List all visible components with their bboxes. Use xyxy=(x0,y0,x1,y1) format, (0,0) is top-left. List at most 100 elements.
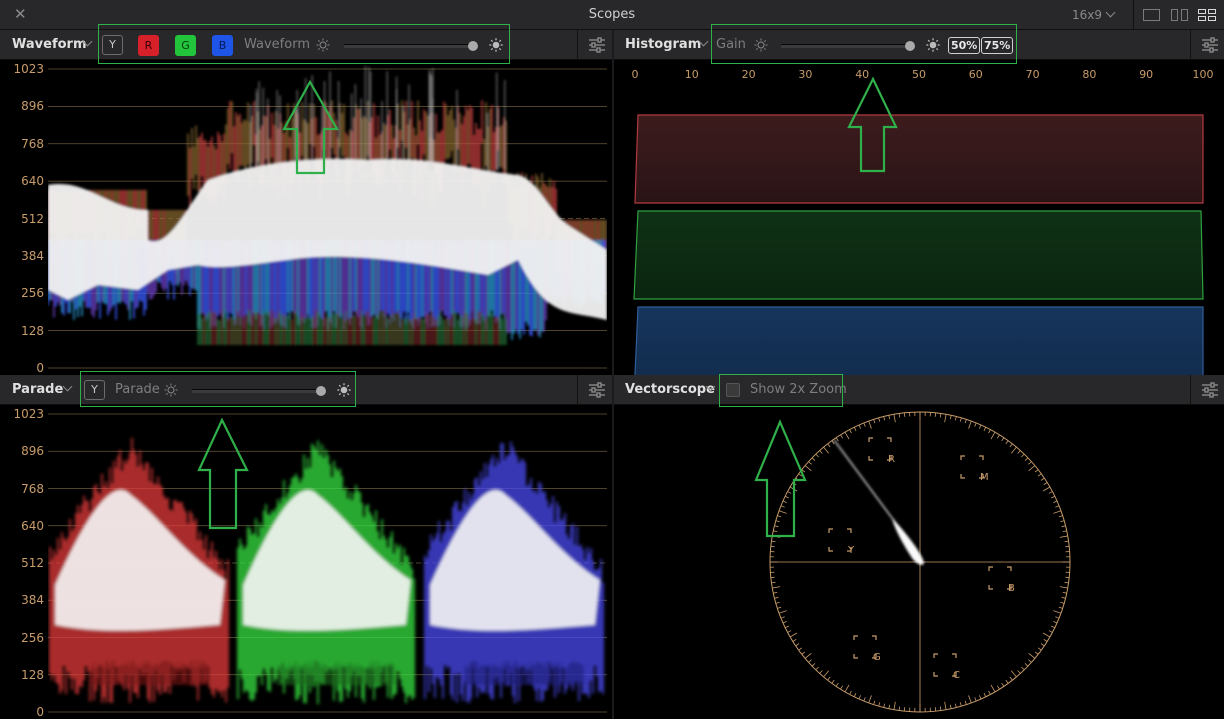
chevron-down-icon[interactable] xyxy=(62,381,73,392)
settings-button[interactable] xyxy=(1190,375,1224,405)
waveform-y-tick: 512 xyxy=(21,211,44,226)
parade-y-tick: 256 xyxy=(21,630,44,645)
waveform-y-tick: 640 xyxy=(21,174,44,189)
histogram-scope-area: 0 10 20 30 40 50 60 70 80 90 100 xyxy=(614,60,1224,375)
waveform-header: Waveform Y R G B Waveform xyxy=(0,30,612,60)
vector-target: B xyxy=(988,566,1015,594)
gain-label: Gain xyxy=(716,37,746,52)
parade-y-tick: 512 xyxy=(21,556,44,570)
vector-target: R xyxy=(868,437,895,465)
waveform-y-axis: 1023 896 768 640 512 384 256 128 0 xyxy=(0,60,48,375)
brightness-slider[interactable] xyxy=(344,41,478,51)
histogram-bands xyxy=(633,114,1204,375)
parade-y-tick: 1023 xyxy=(13,407,44,421)
settings-icon xyxy=(589,37,605,53)
vectorscope-scope-area: R M B C G Y xyxy=(614,405,1224,719)
vector-target: C xyxy=(933,653,960,681)
waveform-scope-area: 1023 896 768 640 512 384 256 128 0 xyxy=(0,60,612,375)
settings-button[interactable] xyxy=(1190,30,1224,60)
red-histogram xyxy=(634,114,1204,204)
panel-title: Histogram xyxy=(625,37,702,52)
mode-label: Waveform xyxy=(244,37,310,52)
chevron-down-icon xyxy=(1105,7,1116,18)
waveform-y-tick: 1023 xyxy=(13,62,44,76)
blue-channel-button[interactable]: B xyxy=(212,35,233,56)
slider-handle[interactable] xyxy=(467,41,478,51)
settings-icon xyxy=(1202,382,1218,398)
histogram-panel: Histogram Gain 50% 75% 0 10 20 30 40 50 60 70 80… xyxy=(614,30,1224,375)
aspect-ratio-value: 16x9 xyxy=(1072,8,1103,22)
histogram-header: Histogram Gain 50% 75% xyxy=(614,30,1224,60)
parade-header: Parade Y Parade xyxy=(0,375,612,405)
sun-bright-icon xyxy=(337,383,351,397)
parade-panel: Parade Y Parade 1023 896 768 640 512 384 256 12… xyxy=(0,375,612,719)
target-label: C xyxy=(953,670,960,681)
slider-fill xyxy=(192,390,321,393)
mode-label: Parade xyxy=(115,382,160,397)
target-label: G xyxy=(873,652,881,663)
quad-layout-icon[interactable] xyxy=(1198,9,1216,21)
panel-title: Waveform xyxy=(12,37,87,52)
parade-scope-area: 1023 896 768 640 512 384 256 128 0 xyxy=(0,405,612,719)
sun-dim-icon xyxy=(316,38,330,52)
green-histogram xyxy=(633,210,1204,300)
settings-icon xyxy=(1202,37,1218,53)
vectorscope-graticule: R M B C G Y xyxy=(769,411,1071,713)
target-label: Y xyxy=(847,545,855,556)
sun-bright-icon xyxy=(489,38,503,52)
waveform-y-tick: 256 xyxy=(21,286,44,301)
aspect-ratio-dropdown[interactable]: 16x9 xyxy=(1072,7,1116,22)
green-channel-button[interactable]: G xyxy=(175,35,196,56)
waveform-y-tick: 0 xyxy=(36,361,44,375)
settings-button[interactable] xyxy=(577,375,612,405)
slider-handle[interactable] xyxy=(904,41,915,51)
waveform-y-tick: 896 xyxy=(21,99,44,114)
brightness-slider[interactable] xyxy=(192,386,326,396)
red-channel-button[interactable]: R xyxy=(138,35,159,56)
vector-target: G xyxy=(853,635,881,663)
waveform-panel: Waveform Y R G B Waveform 1023 896 768 640 5… xyxy=(0,30,612,375)
waveform-y-tick: 768 xyxy=(21,136,44,151)
panel-title: Parade xyxy=(12,382,64,397)
waveform-y-tick: 384 xyxy=(21,248,44,263)
sun-bright-icon xyxy=(926,38,940,52)
gain-slider[interactable] xyxy=(781,41,915,51)
gain-75-button[interactable]: 75% xyxy=(981,37,1014,54)
blue-histogram xyxy=(634,306,1204,375)
target-label: R xyxy=(888,454,895,465)
vector-target: Y xyxy=(828,528,855,556)
luma-toggle-button[interactable]: Y xyxy=(84,380,105,400)
scopes-window: ✕ Scopes 16x9 Waveform Y R G B Waveform xyxy=(0,0,1224,719)
dual-layout-icon[interactable] xyxy=(1171,9,1188,21)
luma-toggle-button[interactable]: Y xyxy=(102,35,123,55)
target-label: B xyxy=(1008,583,1015,594)
vector-target: M xyxy=(960,455,989,483)
divider xyxy=(1133,0,1134,30)
parade-y-tick: 0 xyxy=(36,705,44,719)
parade-y-tick: 384 xyxy=(21,593,44,608)
waveform-trace xyxy=(48,65,607,369)
parade-y-tick: 768 xyxy=(21,481,44,496)
sun-dim-icon xyxy=(164,383,178,397)
gain-50-button[interactable]: 50% xyxy=(948,37,981,54)
zoom-checkbox[interactable] xyxy=(726,383,740,397)
parade-y-tick: 896 xyxy=(21,444,44,459)
settings-button[interactable] xyxy=(577,30,612,60)
parade-y-tick: 640 xyxy=(21,518,44,533)
parade-y-tick: 128 xyxy=(21,667,44,682)
vectorscope-panel: Vectorscope Show 2x Zoom R M B C G Y xyxy=(614,375,1224,719)
waveform-y-tick: 128 xyxy=(21,323,44,338)
settings-icon xyxy=(589,382,605,398)
slider-fill xyxy=(344,45,473,48)
vectorscope-header: Vectorscope Show 2x Zoom xyxy=(614,375,1224,405)
title-bar: ✕ Scopes 16x9 xyxy=(0,0,1224,30)
parade-trace xyxy=(48,413,607,713)
slider-fill xyxy=(781,45,910,48)
parade-y-axis: 1023 896 768 640 512 384 256 128 0 xyxy=(0,405,48,719)
panel-title: Vectorscope xyxy=(625,382,715,397)
target-label: M xyxy=(980,472,989,483)
window-title: Scopes xyxy=(588,7,636,22)
single-layout-icon[interactable] xyxy=(1143,9,1160,21)
zoom-label[interactable]: Show 2x Zoom xyxy=(750,382,847,397)
slider-handle[interactable] xyxy=(315,386,326,396)
